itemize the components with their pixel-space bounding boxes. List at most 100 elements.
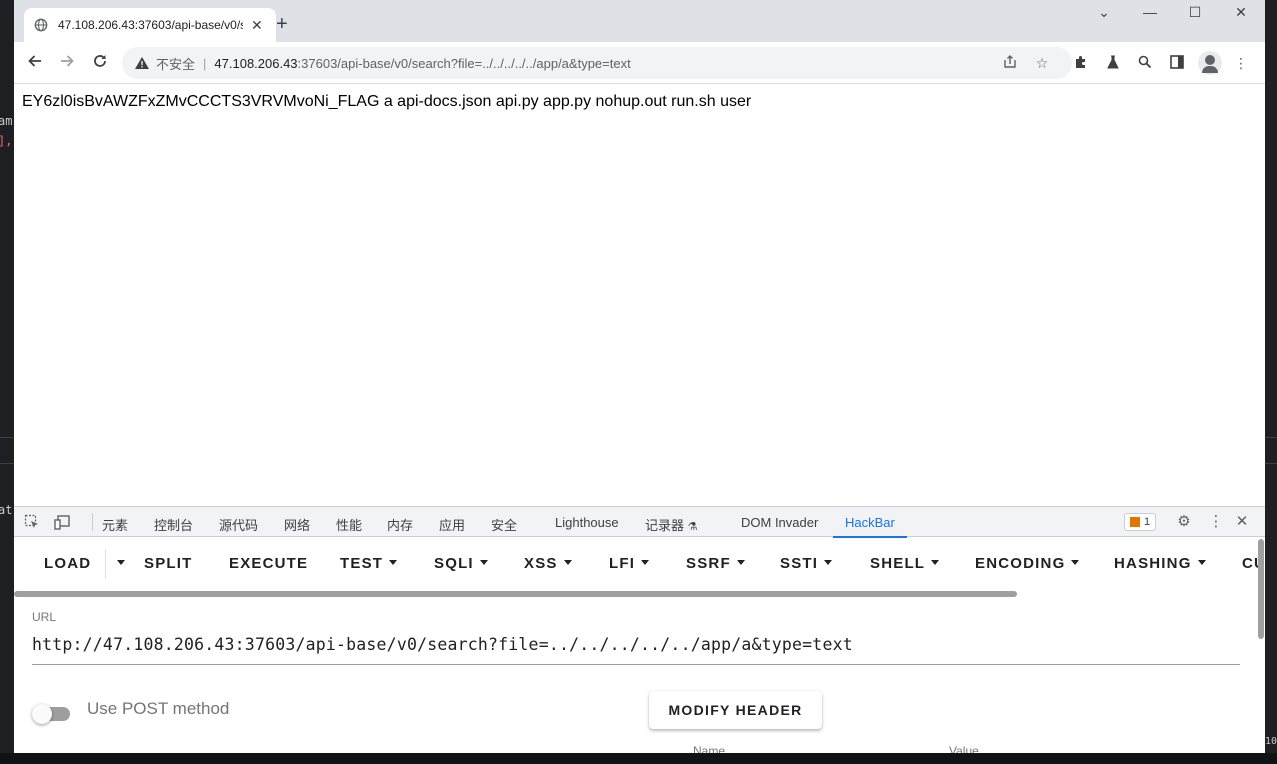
reload-icon[interactable] [89,52,111,74]
encoding-menu-label: ENCODING [975,555,1066,572]
tab-sources[interactable]: 源代码 [219,515,258,534]
inspect-element-icon[interactable] [24,514,40,530]
caret-down-icon [931,559,940,565]
sqli-menu[interactable]: SQLI [434,555,488,572]
ssrf-menu[interactable]: SSRF [686,555,745,572]
caret-down-icon [479,559,488,565]
modify-header-button[interactable]: MODIFY HEADER [649,691,822,729]
hackbar-menu: LOAD SPLIT EXECUTE TEST SQLI XSS LFI SSR… [14,537,1265,591]
lfi-menu-label: LFI [609,555,636,572]
tab-memory[interactable]: 内存 [387,515,413,534]
ssrf-menu-label: SSRF [686,555,731,572]
ssti-menu[interactable]: SSTI [780,555,833,572]
experiment-flask-icon: ⚗ [687,521,698,533]
tab-application[interactable]: 应用 [439,515,465,534]
background-editor-right: 10 [1264,0,1277,764]
extensions-puzzle-icon[interactable] [1072,54,1090,72]
kebab-menu-icon[interactable]: ⋮ [1207,513,1225,531]
chevron-down-icon[interactable]: ⌄ [1094,4,1114,22]
xss-menu-label: XSS [524,555,558,572]
device-toolbar-icon[interactable] [54,514,70,530]
tab-recorder-label: 记录器 [645,518,685,533]
post-method-label: Use POST method [87,699,230,718]
url-path: :37603/api-base/v0/search?file=../../../… [297,55,631,71]
split-button[interactable]: SPLIT [144,555,193,572]
url-field-label: URL [32,610,57,624]
address-url[interactable]: 47.108.206.43:37603/api-base/v0/search?f… [214,56,630,71]
editor-divider [0,437,14,438]
menu-divider [105,549,106,579]
caret-down-icon [1071,559,1080,565]
url-input[interactable]: http://47.108.206.43:37603/api-base/v0/s… [32,631,1240,665]
omnibox-separator: | [203,55,207,71]
issues-count: 1 [1143,516,1151,528]
hashing-menu-label: HASHING [1114,555,1192,572]
close-icon[interactable]: ✕ [1233,513,1251,531]
caret-down-icon [736,559,745,565]
shell-menu-label: SHELL [870,555,926,572]
tab-dom-invader[interactable]: DOM Invader [741,515,818,530]
kebab-menu-icon[interactable]: ⋮ [1232,54,1250,72]
url-host: 47.108.206.43 [214,55,298,71]
profile-avatar[interactable] [1198,51,1222,75]
horizontal-scrollbar[interactable] [14,591,1017,597]
window-close-button[interactable]: ✕ [1231,4,1251,22]
security-status-label[interactable]: 不安全 [156,54,195,73]
devtools-panel: 元素 控制台 源代码 网络 性能 内存 应用 安全 Lighthouse 记录器… [14,506,1265,753]
search-icon[interactable] [1136,54,1154,72]
lab-flask-icon[interactable] [1104,54,1122,72]
tab-network[interactable]: 网络 [284,515,310,534]
forward-arrow-icon[interactable] [56,52,78,74]
editor-divider [0,463,14,464]
test-menu-label: TEST [340,555,384,572]
issues-badge[interactable]: 1 [1124,513,1156,531]
caret-down-icon [824,559,833,565]
tab-hackbar[interactable]: HackBar [833,515,907,538]
lfi-menu[interactable]: LFI [609,555,650,572]
shell-menu[interactable]: SHELL [870,555,940,572]
browser-window: 47.108.206.43:37603/api-base/v0/search?f… [14,0,1265,753]
tab-elements[interactable]: 元素 [102,515,128,534]
address-bar[interactable]: 不安全 | 47.108.206.43:37603/api-base/v0/se… [122,47,1072,79]
star-icon[interactable]: ☆ [1034,55,1050,71]
page-viewport: EY6zl0isBvAWZFxZMvCCCTS3VRVMvoNi_FLAG a … [14,85,1265,506]
load-dropdown-toggle[interactable] [111,555,125,572]
tab-performance[interactable]: 性能 [336,515,362,534]
tab-console[interactable]: 控制台 [154,515,193,534]
share-icon[interactable] [1002,55,1018,71]
editor-divider [1264,437,1277,438]
editor-divider [1264,463,1277,464]
response-text: EY6zl0isBvAWZFxZMvCCCTS3VRVMvoNi_FLAG a … [22,93,752,110]
test-menu[interactable]: TEST [340,555,398,572]
caret-down-icon [1197,559,1206,565]
browser-tab[interactable]: 47.108.206.43:37603/api-base/v0/search?f… [24,8,276,42]
minimize-button[interactable]: — [1140,4,1160,22]
ssti-menu-label: SSTI [780,555,819,572]
vertical-scrollbar[interactable] [1258,539,1264,639]
load-button[interactable]: LOAD [44,555,91,572]
tab-lighthouse[interactable]: Lighthouse [555,515,619,530]
warning-icon [135,57,149,69]
caret-down-icon [117,559,125,565]
encoding-menu[interactable]: ENCODING [975,555,1080,572]
tab-title: 47.108.206.43:37603/api-base/v0/search?f… [58,18,243,32]
caret-down-icon [563,559,572,565]
maximize-button[interactable]: ☐ [1185,4,1205,22]
post-method-toggle[interactable] [32,702,74,724]
caret-down-icon [389,559,398,565]
editor-text-line: 10 [1265,736,1277,747]
tab-security[interactable]: 安全 [491,515,517,534]
tab-recorder[interactable]: 记录器 ⚗ [645,515,698,534]
gear-icon[interactable]: ⚙ [1175,513,1193,531]
close-icon[interactable]: ✕ [251,17,263,34]
hashing-menu[interactable]: HASHING [1114,555,1206,572]
execute-button[interactable]: EXECUTE [229,555,308,572]
editor-text-line: am [0,114,13,128]
toggle-thumb [32,704,52,724]
tab-strip: 47.108.206.43:37603/api-base/v0/search?f… [14,0,1265,42]
side-panel-icon[interactable] [1168,54,1186,72]
back-arrow-icon[interactable] [24,52,46,74]
background-editor-left: am ], at [0,0,14,764]
xss-menu[interactable]: XSS [524,555,572,572]
new-tab-button[interactable]: + [276,12,292,36]
